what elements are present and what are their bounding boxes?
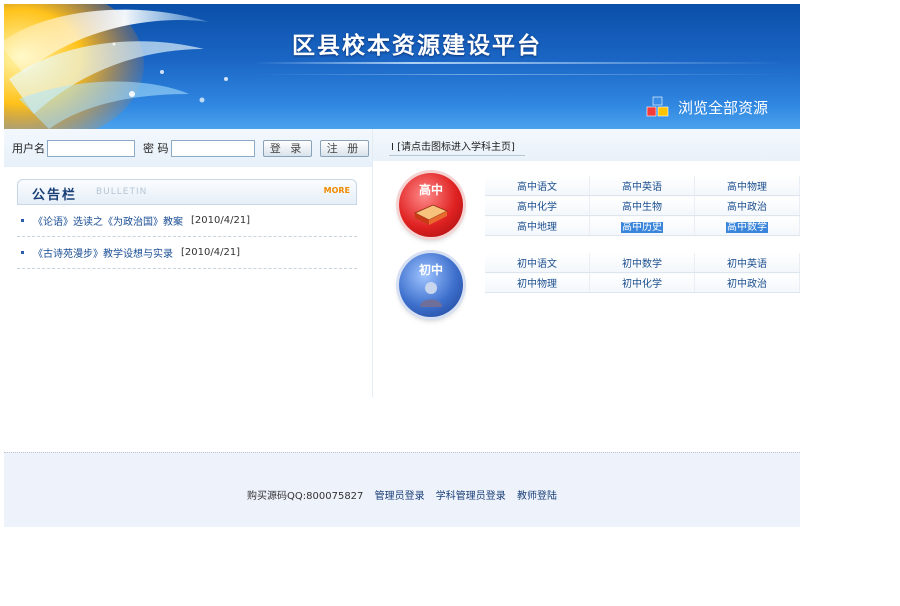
high-school-badge-label: 高中 bbox=[418, 183, 443, 197]
subject-link-middle-politics[interactable]: 初中政治 bbox=[694, 272, 800, 293]
bullet-icon bbox=[21, 219, 24, 222]
subjects-hint: I [请点击图标进入学科主页] bbox=[391, 142, 515, 153]
subject-admin-login-link[interactable]: 学科管理员登录 bbox=[436, 491, 506, 502]
table-row: 高中化学 高中生物 高中政治 bbox=[485, 195, 801, 216]
site-title: 区县校本资源建设平台 bbox=[292, 33, 542, 59]
list-item: 《古诗苑漫步》教学设想与实录 [2010/4/21] bbox=[17, 237, 357, 269]
bulletin-more-link[interactable]: MORE bbox=[324, 186, 350, 195]
subject-link-middle-english[interactable]: 初中英语 bbox=[694, 253, 800, 273]
admin-login-link[interactable]: 管理员登录 bbox=[375, 491, 425, 502]
bulletin-item-link[interactable]: 《古诗苑漫步》教学设想与实录 bbox=[33, 245, 173, 260]
password-input[interactable] bbox=[170, 139, 255, 157]
teacher-login-link[interactable]: 教师登陆 bbox=[517, 491, 557, 502]
browse-all-link[interactable]: 浏览全部资源 bbox=[646, 96, 768, 118]
password-label: 密 码 bbox=[143, 142, 169, 155]
bulletin-list: 《论语》选读之《为政治国》教案 [2010/4/21] 《古诗苑漫步》教学设想与… bbox=[17, 205, 357, 269]
footer: 购买源码QQ:800075827 管理员登录 学科管理员登录 教师登陆 bbox=[4, 452, 800, 527]
subject-link-high-physics[interactable]: 高中物理 bbox=[694, 176, 801, 196]
footer-links: 购买源码QQ:800075827 管理员登录 学科管理员登录 教师登陆 bbox=[4, 487, 800, 502]
title-underline-secondary bbox=[254, 74, 794, 75]
subject-link-high-politics[interactable]: 高中政治 bbox=[694, 195, 801, 216]
subject-link-high-chinese[interactable]: 高中语文 bbox=[485, 176, 590, 196]
subject-link-middle-chemistry[interactable]: 初中化学 bbox=[589, 272, 695, 293]
subject-link-high-geography[interactable]: 高中地理 bbox=[485, 215, 590, 236]
table-row: 高中地理 高中历史 高中数学 bbox=[485, 215, 801, 236]
left-panel: 用户名 密 码 登 录 注 册 公告栏 BULLETIN MORE 《论语》选读… bbox=[4, 129, 373, 397]
subject-link-high-english[interactable]: 高中英语 bbox=[589, 176, 695, 196]
swirl-decoration-image bbox=[4, 4, 228, 129]
table-row: 初中语文 初中数学 初中英语 bbox=[485, 253, 800, 273]
subject-link-middle-chinese[interactable]: 初中语文 bbox=[485, 253, 590, 273]
subject-link-high-math[interactable]: 高中数学 bbox=[694, 215, 801, 236]
middle-school-subjects-table: 初中语文 初中数学 初中英语 初中物理 初中化学 初中政治 bbox=[485, 253, 800, 293]
bulletin-item-date: [2010/4/21] bbox=[191, 215, 251, 226]
subject-link-high-chemistry[interactable]: 高中化学 bbox=[485, 195, 590, 216]
username-label: 用户名 bbox=[12, 142, 45, 155]
middle-school-badge[interactable]: 初中 bbox=[399, 253, 463, 317]
high-school-badge[interactable]: 高中 bbox=[399, 173, 463, 237]
subjects-panel: I [请点击图标进入学科主页] 高中 高中语文 高中英语 高中物理 高中化学 高… bbox=[373, 129, 801, 397]
cubes-icon bbox=[646, 96, 669, 117]
student-icon bbox=[420, 282, 442, 307]
bulletin-subtitle: BULLETIN bbox=[96, 187, 148, 197]
header-banner: 区县校本资源建设平台 浏览全部资源 bbox=[4, 4, 800, 129]
high-school-subjects-table: 高中语文 高中英语 高中物理 高中化学 高中生物 高中政治 高中地理 高中历史 … bbox=[485, 176, 801, 236]
app-window: 区县校本资源建设平台 浏览全部资源 用户名 密 码 登 录 注 册 公告栏 BU… bbox=[4, 4, 801, 527]
table-row: 高中语文 高中英语 高中物理 bbox=[485, 176, 801, 196]
subject-link-middle-math[interactable]: 初中数学 bbox=[589, 253, 695, 273]
bulletin-title: 公告栏 bbox=[32, 188, 78, 203]
header-divider bbox=[389, 155, 525, 156]
bulletin-item-link[interactable]: 《论语》选读之《为政治国》教案 bbox=[33, 213, 183, 228]
title-underline bbox=[254, 62, 784, 64]
table-row: 初中物理 初中化学 初中政治 bbox=[485, 272, 800, 293]
username-input[interactable] bbox=[47, 139, 135, 157]
purchase-info: 购买源码QQ:800075827 bbox=[247, 491, 364, 502]
subject-link-high-biology[interactable]: 高中生物 bbox=[589, 195, 695, 216]
middle-school-badge-label: 初中 bbox=[418, 263, 443, 277]
login-form: 用户名 密 码 登 录 注 册 bbox=[4, 129, 372, 167]
book-icon bbox=[414, 204, 448, 225]
bulletin-item-date: [2010/4/21] bbox=[181, 247, 241, 258]
bullet-icon bbox=[21, 251, 24, 254]
login-button[interactable]: 登 录 bbox=[262, 139, 312, 157]
list-item: 《论语》选读之《为政治国》教案 [2010/4/21] bbox=[17, 205, 357, 237]
subject-link-middle-physics[interactable]: 初中物理 bbox=[485, 272, 590, 293]
register-button[interactable]: 注 册 bbox=[319, 139, 369, 157]
subject-link-high-history[interactable]: 高中历史 bbox=[589, 215, 695, 236]
bulletin-box: 公告栏 BULLETIN MORE 《论语》选读之《为政治国》教案 [2010/… bbox=[17, 179, 357, 269]
browse-all-label: 浏览全部资源 bbox=[678, 98, 769, 117]
subjects-header: I [请点击图标进入学科主页] bbox=[373, 129, 800, 161]
bulletin-header: 公告栏 BULLETIN MORE bbox=[17, 179, 357, 205]
